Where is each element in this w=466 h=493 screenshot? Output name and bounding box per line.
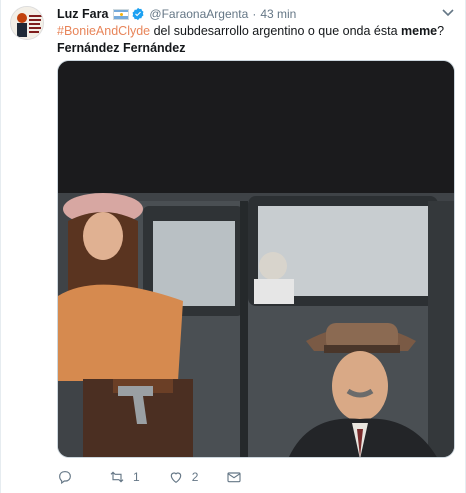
tweet-text-bold-names: Fernández Fernández [57,41,186,55]
tweet-timestamp[interactable]: 43 min [260,7,296,21]
direct-message-button[interactable] [226,469,250,485]
tweet-media-image[interactable] [57,60,455,458]
retweet-icon [110,471,124,483]
verified-badge-icon [132,7,144,21]
tweet-text-question: ? [437,24,445,38]
tweet-header: Luz Fara @FaraonaArgenta · 43 min [57,5,296,23]
author-handle[interactable]: @FaraonaArgenta [149,7,248,21]
retweet-button[interactable]: 1 [109,469,140,485]
reply-button[interactable] [57,469,81,485]
header-separator: · [252,7,257,21]
argentina-flag-icon [113,8,130,20]
avatar[interactable] [10,6,44,40]
like-count: 2 [191,470,199,484]
author-name[interactable]: Luz Fara [57,7,108,21]
envelope-icon [227,472,241,483]
tweet-actions: 1 2 [57,466,278,488]
tweet-card[interactable]: Luz Fara @FaraonaArgenta · 43 min #Bonie… [0,0,466,493]
retweet-count: 1 [133,470,140,484]
tweet-text-body: del subdesarrollo argentino o que onda é… [150,24,401,38]
like-button[interactable]: 2 [168,469,199,485]
avatar-image [11,7,43,39]
heart-icon [170,472,181,484]
tweet-text-bold-meme: meme [401,24,438,38]
meme-photo [58,61,454,457]
chevron-down-icon[interactable] [441,8,455,18]
hashtag-link[interactable]: #BonieAndClyde [57,24,150,38]
reply-icon [59,471,71,485]
tweet-text: #BonieAndClyde del subdesarrollo argenti… [57,23,457,57]
